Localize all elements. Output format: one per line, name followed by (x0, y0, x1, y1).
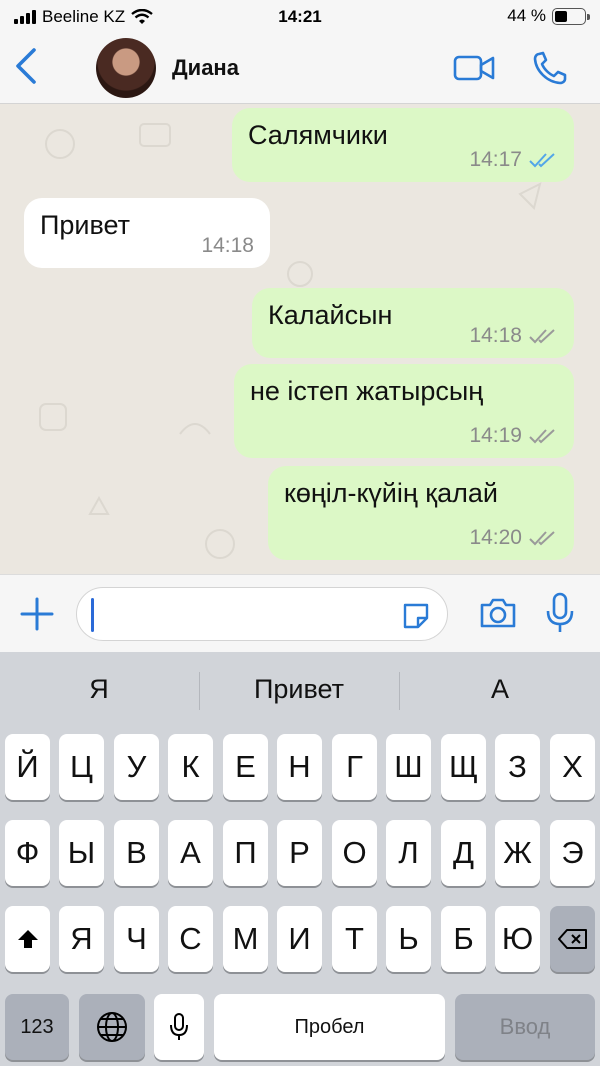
status-bar: Beeline KZ 14:21 44 % (0, 0, 600, 34)
key[interactable]: Б (441, 906, 486, 972)
shift-arrow-icon (17, 930, 38, 948)
globe-key[interactable] (79, 994, 145, 1060)
key[interactable]: Ь (386, 906, 431, 972)
key[interactable]: М (223, 906, 268, 972)
delivered-double-check-icon (529, 329, 555, 344)
message-time: 14:17 (469, 148, 522, 171)
message-meta: 14:18 (469, 324, 558, 348)
text-cursor (91, 598, 94, 632)
key[interactable]: П (223, 820, 268, 886)
key[interactable]: У (114, 734, 159, 800)
avatar[interactable] (96, 38, 156, 98)
message-bubble-outgoing[interactable]: Калайсын 14:18 (252, 288, 574, 358)
video-call-icon[interactable] (452, 48, 496, 88)
chat-header: Диана (0, 34, 600, 104)
camera-icon[interactable] (478, 595, 518, 631)
delivered-double-check-icon (529, 429, 555, 444)
dictation-key[interactable] (154, 994, 204, 1060)
message-bubble-outgoing[interactable]: көңіл-күйің қалай 14:20 (268, 466, 574, 560)
suggestion-item[interactable]: Привет (200, 674, 398, 705)
key[interactable]: А (168, 820, 213, 886)
message-meta: 14:20 (469, 526, 558, 550)
key[interactable]: Ж (495, 820, 540, 886)
numbers-key[interactable]: 123 (5, 994, 69, 1060)
battery-icon (552, 7, 590, 25)
globe-icon (97, 1012, 127, 1042)
key[interactable]: О (332, 820, 377, 886)
key[interactable]: Н (277, 734, 322, 800)
key[interactable]: Л (386, 820, 431, 886)
message-bubble-outgoing[interactable]: Салямчики 14:17 (232, 108, 574, 182)
message-composer (0, 574, 600, 652)
read-double-check-icon (529, 153, 555, 168)
key[interactable]: Щ (441, 734, 486, 800)
key[interactable]: И (277, 906, 322, 972)
message-bubble-incoming[interactable]: Привет 14:18 (24, 198, 270, 268)
message-time: 14:18 (201, 234, 254, 257)
key[interactable]: Э (550, 820, 595, 886)
message-meta: 14:17 (469, 148, 558, 172)
sticker-icon[interactable] (401, 601, 431, 629)
predictive-text-bar: Я Привет А (0, 652, 600, 730)
key[interactable]: Т (332, 906, 377, 972)
key[interactable]: Е (223, 734, 268, 800)
plus-icon[interactable] (18, 595, 56, 633)
message-input[interactable] (76, 587, 448, 641)
message-time: 14:18 (469, 324, 522, 347)
key[interactable]: Р (277, 820, 322, 886)
key[interactable]: К (168, 734, 213, 800)
message-text: көңіл-күйің қалай (284, 478, 498, 508)
message-text: не істеп жатырсың (250, 376, 484, 406)
message-bubble-outgoing[interactable]: не істеп жатырсың 14:19 (234, 364, 574, 458)
battery-info: 44 % (507, 6, 590, 26)
delivered-double-check-icon (529, 531, 555, 546)
message-text: Салямчики (248, 120, 388, 150)
space-key[interactable]: Пробел (214, 994, 445, 1060)
key[interactable]: Х (550, 734, 595, 800)
microphone-icon[interactable] (544, 591, 576, 635)
key[interactable]: Ш (386, 734, 431, 800)
contact-name[interactable]: Диана (172, 55, 239, 81)
suggestion-item[interactable]: Я (0, 674, 198, 705)
key[interactable]: Й (5, 734, 50, 800)
message-meta: 14:19 (469, 424, 558, 448)
key[interactable]: Д (441, 820, 486, 886)
key[interactable]: Ю (495, 906, 540, 972)
back-chevron-icon[interactable] (12, 44, 42, 88)
key[interactable]: З (495, 734, 540, 800)
return-key[interactable]: Ввод (455, 994, 595, 1060)
key[interactable]: Я (59, 906, 104, 972)
phone-call-icon[interactable] (530, 48, 574, 88)
keyboard: Я Привет А Й Ц У К Е Н Г Ш Щ З Х Ф Ы В А… (0, 652, 600, 1066)
battery-percent: 44 % (507, 6, 546, 25)
backspace-key[interactable] (550, 906, 595, 972)
message-meta: 14:18 (201, 234, 254, 258)
key[interactable]: Г (332, 734, 377, 800)
message-time: 14:20 (469, 526, 522, 549)
suggestion-item[interactable]: А (400, 674, 600, 705)
key[interactable]: Ч (114, 906, 159, 972)
backspace-icon (557, 929, 587, 949)
shift-key[interactable] (5, 906, 50, 972)
key[interactable]: Ф (5, 820, 50, 886)
microphone-icon (170, 1013, 188, 1040)
key[interactable]: Ц (59, 734, 104, 800)
key[interactable]: С (168, 906, 213, 972)
message-time: 14:19 (469, 424, 522, 447)
key[interactable]: В (114, 820, 159, 886)
chat-area[interactable]: Салямчики 14:17 Привет 14:18 Калайсын 14… (0, 104, 600, 574)
key[interactable]: Ы (59, 820, 104, 886)
